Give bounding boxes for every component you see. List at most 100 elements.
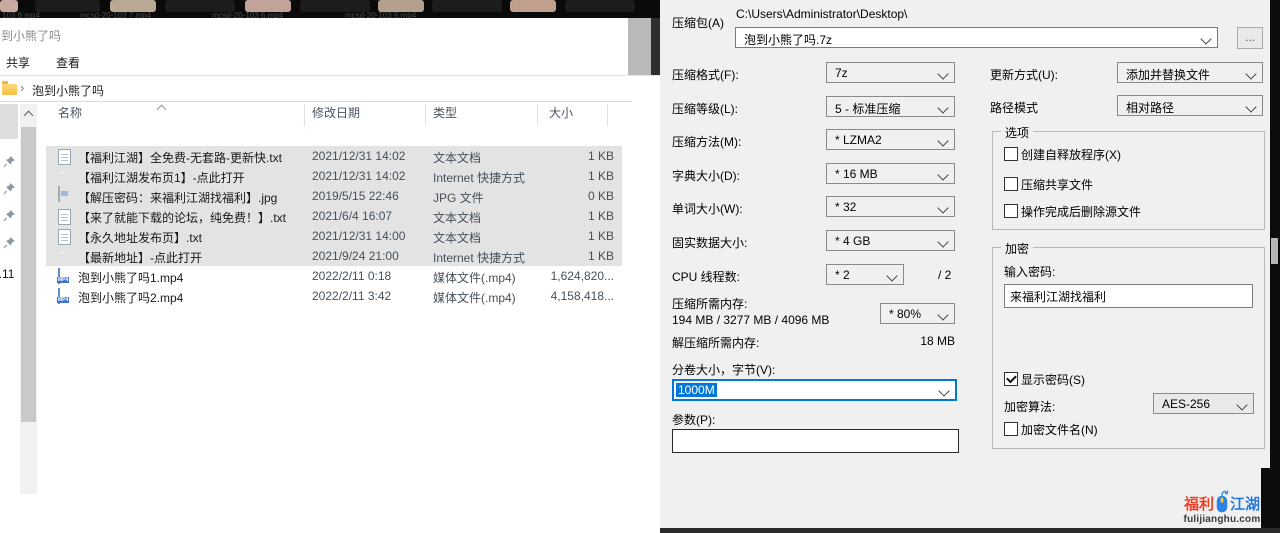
chevron-down-icon[interactable] [937,68,948,79]
word-size-combobox[interactable]: * 32 [826,196,955,217]
file-size: 1 KB [516,229,614,243]
solid-block-combobox[interactable]: * 4 GB [826,230,955,251]
dictionary-label: 字典大小(D): [672,167,740,184]
delete-after-checkbox[interactable] [1004,204,1018,218]
chevron-down-icon[interactable] [938,385,949,396]
file-row[interactable]: 【福利江湖发布页1】-点此打开 2021/12/31 14:02 Interne… [46,166,622,186]
level-value: 5 - 标准压缩 [835,100,900,117]
column-header-date[interactable]: 修改日期 [312,104,360,121]
cpu-threads-combobox[interactable]: * 2 [826,264,904,285]
update-mode-combobox[interactable]: 添加并替换文件 [1117,62,1263,83]
chevron-down-icon[interactable] [937,135,948,146]
encrypt-filenames-label: 加密文件名(N) [1021,421,1098,438]
nav-selected-item[interactable] [0,104,18,139]
file-size: 0 KB [516,189,614,203]
chevron-down-icon[interactable] [937,102,948,113]
column-separator[interactable] [304,104,305,126]
decompress-memory-value: 18 MB [875,334,955,348]
file-row[interactable]: 泡到小熊了吗2.mp4 2022/2/11 3:42 媒体文件(.mp4) 4,… [46,286,622,306]
update-mode-label: 更新方式(U): [990,66,1058,83]
archive-name-combobox[interactable]: 泡到小熊了吗.7z [735,27,1218,48]
file-size: 1 KB [516,169,614,183]
column-header-type[interactable]: 类型 [433,104,457,121]
chevron-down-icon[interactable] [1236,399,1247,410]
video-thumbnail [510,0,556,12]
path-mode-value: 相对路径 [1126,99,1174,116]
method-combobox[interactable]: * LZMA2 [826,129,955,150]
decompress-memory-label: 解压缩所需内存: [672,334,759,351]
format-label: 压缩格式(F): [672,66,739,83]
scrollbar-thumb[interactable] [21,127,36,422]
memory-percent-value: * 80% [889,307,921,321]
memory-percent-combobox[interactable]: * 80% [880,303,955,324]
parameters-input[interactable] [672,429,959,453]
column-separator[interactable] [537,104,538,126]
scroll-up-icon[interactable] [24,111,34,121]
cpu-threads-value: * 2 [835,268,850,282]
chevron-down-icon[interactable] [937,202,948,213]
encryption-method-value: AES-256 [1162,397,1210,411]
background-edge [1270,0,1280,533]
column-header-size[interactable]: 大小 [549,104,573,121]
chevron-down-icon[interactable] [937,309,948,320]
file-date: 2022/2/11 3:42 [312,289,424,303]
format-combobox[interactable]: 7z [826,62,955,83]
show-password-checkbox[interactable] [1004,372,1018,386]
file-row[interactable]: 【最新地址】-点此打开 2021/9/24 21:00 Internet 快捷方… [46,246,622,266]
volume-size-label: 分卷大小，字节(V): [672,361,775,378]
column-separator[interactable] [607,104,608,126]
address-bar[interactable]: › 泡到小熊了吗 [0,76,632,102]
chevron-down-icon[interactable] [937,169,948,180]
level-label: 压缩等级(L): [672,100,738,117]
encryption-group: 加密 输入密码: 显示密码(S) 加密算法: AES-256 加密文件名(N) [992,247,1265,449]
background-scrollbar-fragment [1271,238,1278,264]
chevron-down-icon[interactable] [1245,101,1256,112]
column-header-name[interactable]: 名称 [58,104,82,121]
password-input[interactable] [1004,284,1253,308]
level-combobox[interactable]: 5 - 标准压缩 [826,96,955,117]
archive-dialog: 压缩包(A) C:\Users\Administrator\Desktop\ 泡… [660,0,1280,533]
archive-label: 压缩包(A) [672,14,724,31]
text-file-icon [58,149,71,165]
encryption-method-combobox[interactable]: AES-256 [1153,393,1254,414]
chevron-down-icon[interactable] [1200,33,1211,44]
pin-icon [3,182,16,195]
file-row[interactable]: 【永久地址发布页】.txt 2021/12/31 14:00 文本文档 1 KB [46,226,622,246]
file-row[interactable]: 泡到小熊了吗1.mp4 2022/2/11 0:18 媒体文件(.mp4) 1,… [46,266,622,286]
encrypt-filenames-checkbox[interactable] [1004,422,1018,436]
chevron-down-icon[interactable] [937,236,948,247]
file-date: 2022/2/11 0:18 [312,269,424,283]
file-row[interactable]: 【来了就能下载的论坛，纯免费！】.txt 2021/6/4 16:07 文本文档… [46,206,622,226]
tab-view[interactable]: 查看 [56,54,80,71]
create-sfx-checkbox[interactable] [1004,147,1018,161]
chevron-down-icon[interactable] [1245,68,1256,79]
folder-icon [2,84,17,95]
compress-shared-checkbox[interactable] [1004,177,1018,191]
format-value: 7z [835,66,848,80]
file-row[interactable]: 【福利江湖】全免费-无套路-更新快.txt 2021/12/31 14:02 文… [46,146,622,166]
scrollbar-vertical[interactable] [20,104,37,494]
dictionary-combobox[interactable]: * 16 MB [826,163,955,184]
file-date: 2021/12/31 14:02 [312,169,424,183]
password-label: 输入密码: [1004,263,1055,280]
nav-item-partial[interactable]: 4.11 [0,267,14,281]
path-mode-combobox[interactable]: 相对路径 [1117,95,1263,116]
encryption-method-label: 加密算法: [1004,398,1055,415]
volume-size-combobox[interactable]: 1000M [672,379,957,401]
chevron-down-icon[interactable] [886,270,897,281]
image-file-icon [58,186,60,202]
background-file-label: mcsd-20-103 5.mp4 [345,11,416,18]
breadcrumb-chevron-icon: › [20,80,24,95]
column-separator[interactable] [425,104,426,126]
file-name: 泡到小熊了吗1.mp4 [78,269,308,286]
dictionary-value: * 16 MB [835,167,878,181]
archive-path: C:\Users\Administrator\Desktop\ [736,7,907,21]
browse-button[interactable]: ... [1237,27,1263,49]
options-group: 选项 创建自释放程序(X) 压缩共享文件 操作完成后删除源文件 [992,131,1265,230]
create-sfx-label: 创建自释放程序(X) [1021,146,1121,163]
path-mode-label: 路径模式 [990,99,1038,116]
file-row[interactable]: 【解压密码：来福利江湖找福利】.jpg 2019/5/15 22:46 JPG … [46,186,622,206]
tab-share[interactable]: 共享 [6,54,30,71]
options-group-title: 选项 [1001,124,1033,141]
breadcrumb[interactable]: 泡到小熊了吗 [32,82,104,99]
